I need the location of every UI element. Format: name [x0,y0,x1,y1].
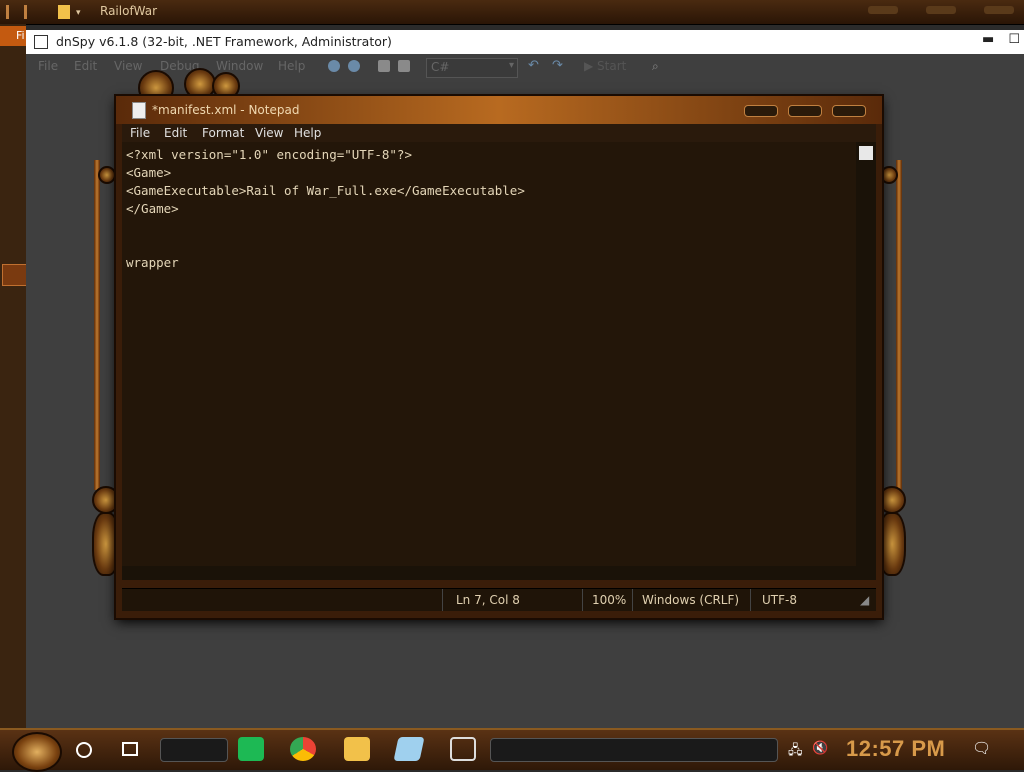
background-window-tab[interactable]: Fi [0,26,26,46]
editor-line: </Game> [126,201,179,216]
taskbar-running-area [490,738,778,762]
chrome-icon[interactable] [290,737,316,761]
status-separator [750,589,751,611]
menu-file[interactable]: File [38,59,58,73]
notepad-icon[interactable] [393,737,425,761]
back-icon[interactable] [328,60,340,72]
gear-icon [878,512,906,576]
resize-grip-icon[interactable]: ◢ [860,593,869,607]
menu-view[interactable]: View [114,59,142,73]
notepad-titlebar[interactable]: *manifest.xml - Notepad [116,96,882,124]
pipe-decoration [896,160,902,490]
notepad-app-icon [132,102,146,119]
language-select[interactable]: C# ▾ [426,58,518,78]
notepad-window-title: *manifest.xml - Notepad [152,103,300,117]
explorer-window-title: RailofWar [100,4,158,18]
pipe-decoration [94,160,100,490]
undo-icon[interactable]: ↶ [528,59,540,72]
dnspy-titlebar: dnSpy v6.1.8 (32-bit, .NET Framework, Ad… [26,30,1024,54]
dnspy-window-controls: ▬ ☐ [982,32,1020,47]
forward-icon[interactable] [348,60,360,72]
gear-icon [878,486,906,514]
status-cursor-position: Ln 7, Col 8 [456,593,520,607]
notepad-menubar: File Edit Format View Help [122,124,876,142]
explorer-app-icon [6,5,9,19]
scrollbar-thumb[interactable] [859,146,873,160]
status-line-ending: Windows (CRLF) [642,593,740,607]
close-button[interactable] [984,6,1014,14]
vertical-scrollbar[interactable] [856,142,876,566]
notepad-window: *manifest.xml - Notepad File Edit Format… [116,96,882,618]
maximize-button[interactable] [926,6,956,14]
status-encoding: UTF-8 [762,593,797,607]
status-separator [632,589,633,611]
spotify-icon[interactable] [238,737,264,761]
dnspy-icon[interactable] [450,737,476,761]
gear-icon [880,166,898,184]
minimize-button[interactable] [744,105,778,117]
notepad-window-controls [744,105,866,117]
minimize-button[interactable] [868,6,898,14]
menu-window[interactable]: Window [216,59,263,73]
horizontal-scrollbar[interactable] [122,566,876,580]
status-separator [442,589,443,611]
text-editor[interactable]: <?xml version="1.0" encoding="UTF-8"?> <G… [122,142,856,566]
gear-icon [98,166,116,184]
menu-file[interactable]: File [130,126,150,140]
taskbar-clock[interactable]: 12:57 PM [846,736,945,762]
editor-line: wrapper [126,255,179,270]
volume-muted-icon[interactable]: 🔇 [812,741,828,756]
start-debug-button[interactable]: ▶ Start [584,59,626,73]
menu-view[interactable]: View [255,126,283,140]
menu-edit[interactable]: Edit [164,126,187,140]
open-icon[interactable] [378,60,390,72]
explorer-titlebar: ▾ RailofWar [0,0,1024,25]
chevron-down-icon[interactable] [40,8,48,16]
chevron-down-icon: ▾ [508,60,514,71]
editor-line: <GameExecutable>Rail of War_Full.exe</Ga… [126,183,525,198]
open-list-icon[interactable] [398,60,410,72]
background-window-button[interactable] [2,264,28,286]
task-view-icon[interactable] [122,742,138,756]
menu-format[interactable]: Format [202,126,244,140]
menu-help[interactable]: Help [294,126,321,140]
dnspy-menubar: File Edit View Debug Window Help ↶ ↷ ⌕ [26,54,1024,78]
editor-line: <?xml version="1.0" encoding="UTF-8"?> [126,147,412,162]
chevron-down-icon[interactable]: ▾ [76,8,86,18]
language-select-value: C# [431,60,450,74]
folder-icon[interactable] [58,5,70,19]
close-button[interactable] [832,105,866,117]
start-button[interactable] [12,732,62,772]
minimize-button[interactable]: ▬ [982,32,994,47]
file-explorer-icon[interactable] [344,737,370,761]
maximize-button[interactable]: ☐ [1008,32,1020,47]
quick-access-separator-icon [24,5,27,19]
start-label: Start [597,59,627,73]
explorer-window-controls [868,6,1014,16]
network-icon[interactable]: 🖧 [788,741,803,763]
redo-icon[interactable]: ↷ [552,59,564,72]
editor-line: <Game> [126,165,172,180]
dnspy-window-title: dnSpy v6.1.8 (32-bit, .NET Framework, Ad… [56,34,392,49]
dnspy-app-icon [34,35,48,49]
taskbar-search-box[interactable] [160,738,228,762]
menu-edit[interactable]: Edit [74,59,97,73]
cortana-icon[interactable] [76,742,92,758]
notepad-statusbar: Ln 7, Col 8 100% Windows (CRLF) UTF-8 ◢ [122,588,876,611]
taskbar: 🖧 🔇 12:57 PM 🗨 [0,728,1024,772]
menu-help[interactable]: Help [278,59,305,73]
status-separator [582,589,583,611]
background-window [0,24,26,729]
search-icon[interactable]: ⌕ [652,60,664,72]
notification-icon[interactable]: 🗨 [972,739,991,757]
status-zoom: 100% [592,593,627,607]
maximize-button[interactable] [788,105,822,117]
play-icon: ▶ [584,59,598,73]
